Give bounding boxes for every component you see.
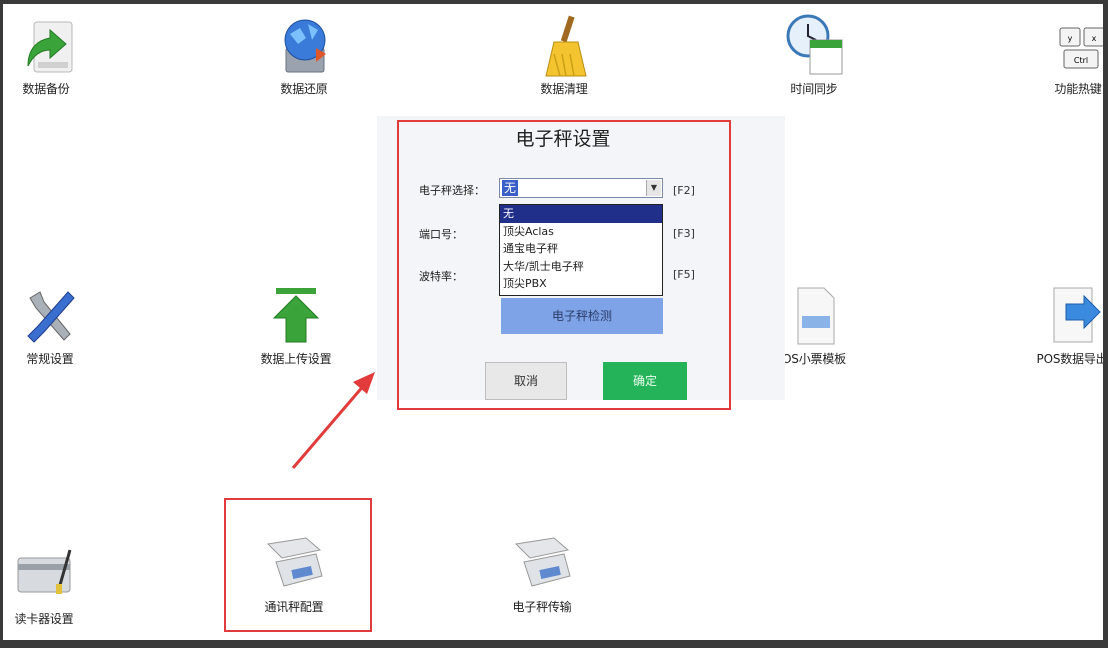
- pointer-arrow-icon: [291, 372, 375, 469]
- settings-screen: 数据备份 数据还原 数据清理 时间同步 y x Ctrl 功能热键 常规设置 数…: [3, 4, 1103, 640]
